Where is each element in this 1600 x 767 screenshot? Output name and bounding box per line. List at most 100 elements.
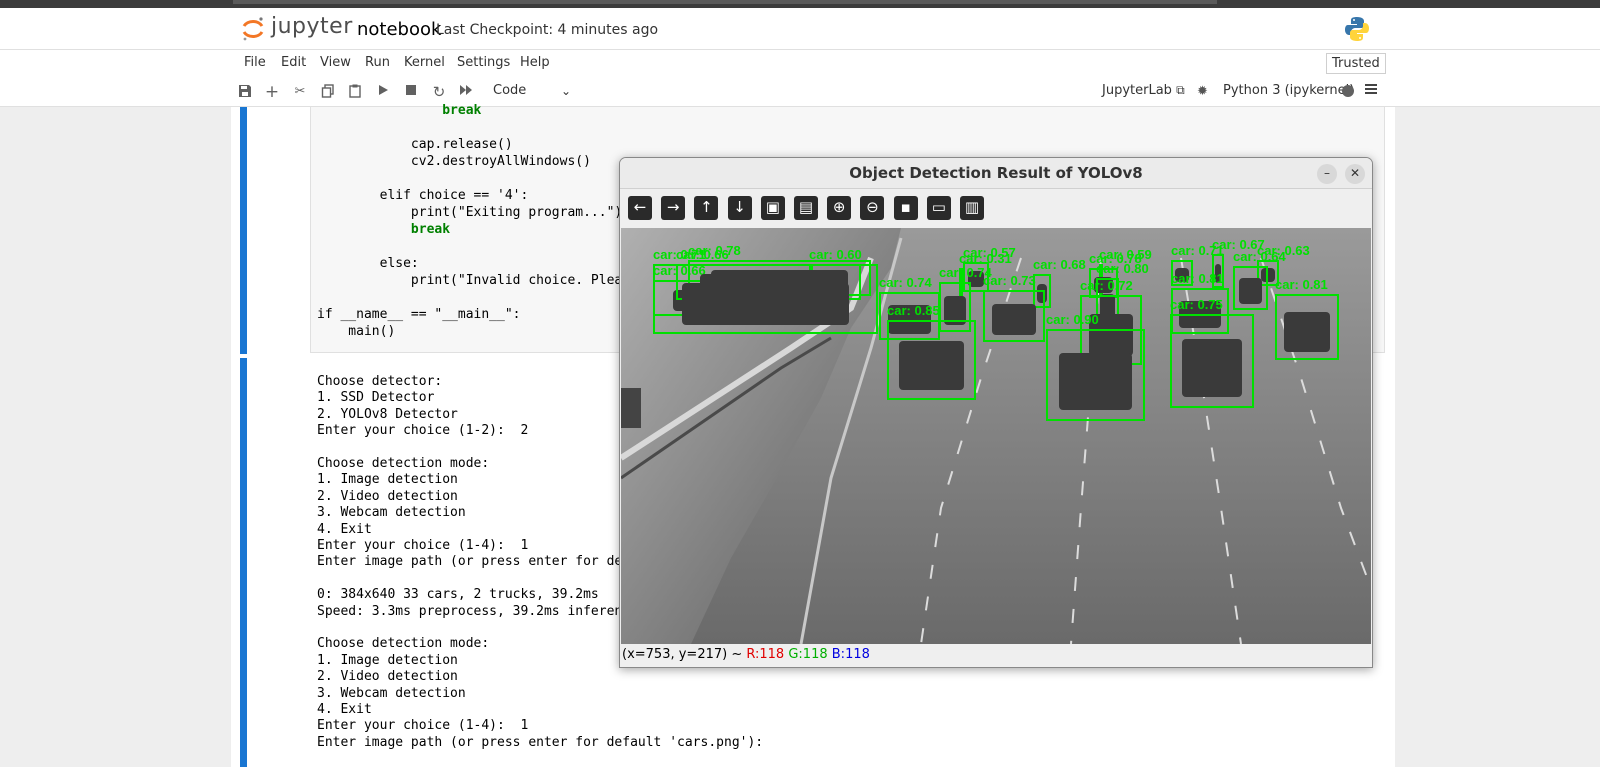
kernel-status-icon bbox=[1342, 85, 1354, 97]
detection-box: car: 0.73 bbox=[983, 273, 1045, 342]
code-line-7: break bbox=[317, 222, 451, 237]
output-line: 2. YOLOv8 Detector bbox=[317, 406, 458, 422]
output-line: Choose detection mode: bbox=[317, 636, 490, 652]
menu-run[interactable]: Run bbox=[365, 55, 390, 70]
status-red: R:118 bbox=[746, 647, 785, 662]
notebook-name[interactable]: notebook bbox=[357, 19, 441, 40]
output-line: 2. Video detection bbox=[317, 669, 458, 685]
cell-selection-bar[interactable] bbox=[240, 107, 247, 354]
output-line: 2. Video detection bbox=[317, 488, 458, 504]
detection-label: car: 0.74 bbox=[879, 275, 932, 290]
browser-top-strip bbox=[0, 0, 1600, 8]
car-shape bbox=[1238, 278, 1263, 304]
menu-hamburger-icon[interactable] bbox=[1365, 84, 1377, 86]
trusted-indicator[interactable]: Trusted bbox=[1326, 53, 1386, 74]
arrow-down-icon[interactable]: ↓ bbox=[727, 196, 752, 220]
code-line-10: print("Invalid choice. Please bbox=[317, 273, 638, 288]
output-line: 1. Image detection bbox=[317, 652, 458, 668]
car-shape bbox=[1059, 353, 1132, 411]
detection-label: car: 0.71 bbox=[1171, 243, 1224, 258]
output-line: 1. SSD Detector bbox=[317, 390, 435, 406]
menu-kernel[interactable]: Kernel bbox=[404, 55, 445, 70]
run-icon[interactable] bbox=[375, 84, 391, 100]
detection-box: car: 0.64 bbox=[1233, 249, 1286, 310]
paste-icon[interactable] bbox=[347, 84, 363, 100]
last-checkpoint: Last Checkpoint: 4 minutes ago bbox=[436, 22, 659, 38]
minimize-button[interactable]: – bbox=[1317, 164, 1337, 184]
code-line-13: main() bbox=[317, 324, 396, 339]
cell-type-select[interactable]: Code bbox=[493, 83, 526, 98]
chevron-down-icon[interactable]: ⌄ bbox=[561, 84, 571, 98]
menu-edit[interactable]: Edit bbox=[281, 55, 306, 70]
car-shape bbox=[681, 282, 850, 326]
car-shape bbox=[991, 304, 1037, 336]
detection-label: car: 0.90 bbox=[1046, 312, 1099, 327]
car-shape bbox=[899, 341, 964, 391]
arrow-right-icon[interactable]: → bbox=[661, 196, 686, 220]
code-line-9: else: bbox=[317, 256, 419, 271]
detection-image[interactable]: car: 0.66 car: 0.60 car: 0.66 car: 0.78 car:… bbox=[621, 228, 1371, 644]
code-line-2: cap.release() bbox=[317, 137, 513, 152]
menu-view[interactable]: View bbox=[320, 55, 351, 70]
jupyter-logo-text: jupyter bbox=[271, 14, 353, 39]
output-line: Enter your choice (1-4): 1 bbox=[317, 718, 529, 734]
status-coords: (x=753, y=217) ~ bbox=[622, 647, 743, 662]
jupyterlab-link[interactable]: JupyterLab ⧉ bbox=[1102, 83, 1185, 98]
copy-icon[interactable] bbox=[320, 84, 336, 100]
save-image-icon[interactable]: ▪ bbox=[893, 196, 918, 220]
output-line: Enter image path (or press enter for def bbox=[317, 554, 631, 570]
detection-label: car: 0.68 bbox=[1033, 257, 1086, 272]
menu-help[interactable]: Help bbox=[520, 55, 550, 70]
kernel-name[interactable]: Python 3 (ipykernel) bbox=[1223, 83, 1354, 98]
menu-settings[interactable]: Settings bbox=[457, 55, 510, 70]
detection-label: car: 0.75 bbox=[1170, 297, 1223, 312]
close-button[interactable]: ✕ bbox=[1345, 164, 1365, 184]
output-line: Enter image path (or press enter for def… bbox=[317, 734, 764, 750]
output-line: Choose detector: bbox=[317, 374, 443, 389]
output-line: Speed: 3.3ms preprocess, 39.2ms inferenc bbox=[317, 603, 631, 619]
image-settings-icon[interactable]: ▤ bbox=[794, 196, 818, 220]
detection-box: car: 0.85 bbox=[887, 303, 976, 400]
code-line-6: print("Exiting program...") bbox=[317, 205, 623, 220]
detection-label: car: 0.57 bbox=[963, 245, 1016, 260]
external-link-icon: ⧉ bbox=[1176, 83, 1185, 97]
output-line: 4. Exit bbox=[317, 521, 372, 537]
zoom-out-icon[interactable]: ⊖ bbox=[860, 196, 885, 220]
window-title: Object Detection Result of YOLOv8 bbox=[849, 164, 1143, 182]
detection-result-window[interactable]: Object Detection Result of YOLOv8 – ✕ ← →… bbox=[619, 157, 1373, 668]
output-line: 0: 384x640 33 cars, 2 trucks, 39.2ms bbox=[317, 587, 599, 603]
stop-icon[interactable] bbox=[403, 84, 419, 100]
detection-label: car: 0.72 bbox=[1080, 278, 1133, 293]
detection-label: car: 0.81 bbox=[1171, 271, 1224, 286]
arrow-left-icon[interactable]: ← bbox=[628, 196, 652, 220]
car-shape bbox=[1181, 338, 1243, 397]
jupyter-logo-icon bbox=[242, 17, 264, 41]
copy-clipboard-icon[interactable]: ▭ bbox=[926, 196, 951, 220]
jupyterlab-label: JupyterLab bbox=[1102, 83, 1172, 98]
zoom-in-icon[interactable]: ⊕ bbox=[827, 196, 852, 220]
debugger-icon[interactable]: ✹ bbox=[1197, 84, 1208, 99]
code-line-5: elif choice == '4': bbox=[317, 188, 529, 203]
output-line: 4. Exit bbox=[317, 702, 372, 717]
menu-file[interactable]: File bbox=[244, 55, 266, 70]
detection-label: car: 0.71 bbox=[653, 247, 706, 262]
output-line: 1. Image detection bbox=[317, 472, 458, 488]
python-logo-icon bbox=[1345, 17, 1369, 41]
output-line: 3. Webcam detection bbox=[317, 685, 466, 701]
properties-icon[interactable]: ▥ bbox=[960, 196, 984, 220]
restart-icon[interactable]: ↻ bbox=[431, 84, 447, 100]
arrow-up-icon[interactable]: ↑ bbox=[694, 196, 719, 220]
status-green: G:118 bbox=[788, 647, 828, 662]
fit-image-icon[interactable]: ▣ bbox=[760, 196, 785, 220]
add-cell-icon[interactable]: + bbox=[264, 84, 280, 101]
detection-box: car: 0.71 bbox=[653, 247, 878, 334]
code-line-0: break bbox=[317, 103, 482, 118]
detection-label: car: 0.81 bbox=[1275, 277, 1328, 292]
cut-icon[interactable]: ✂ bbox=[292, 84, 308, 100]
car-shape bbox=[1284, 311, 1330, 352]
output-line: Enter your choice (1-2): 2 bbox=[317, 423, 529, 439]
fast-forward-icon[interactable] bbox=[458, 84, 474, 100]
output-line: Enter your choice (1-4): 1 bbox=[317, 538, 529, 553]
output-selection-bar[interactable] bbox=[240, 358, 247, 767]
save-icon[interactable] bbox=[237, 84, 253, 100]
